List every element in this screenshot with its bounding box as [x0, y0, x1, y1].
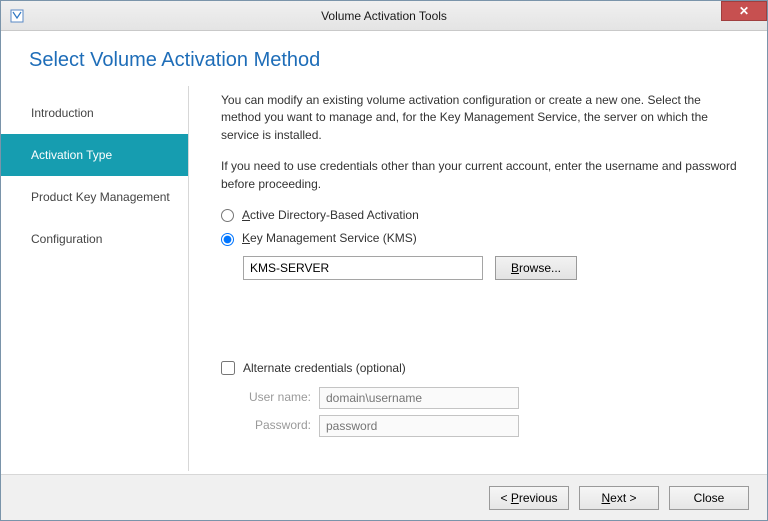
main-area: Introduction Activation Type Product Key… [1, 86, 767, 471]
sidebar-item-label: Activation Type [31, 148, 112, 162]
username-row: User name: [243, 387, 739, 409]
sidebar-item-label: Introduction [31, 106, 94, 120]
username-label: User name: [243, 389, 319, 406]
wizard-icon [9, 8, 25, 24]
radio-kms[interactable] [221, 233, 234, 246]
close-button[interactable]: Close [669, 486, 749, 510]
page-heading: Select Volume Activation Method [1, 31, 767, 86]
password-row: Password: [243, 415, 739, 437]
close-icon: ✕ [739, 4, 749, 18]
alt-credentials-checkbox[interactable] [221, 361, 235, 375]
previous-button[interactable]: < Previous [489, 486, 569, 510]
intro-paragraph-2: If you need to use credentials other tha… [221, 158, 739, 193]
sidebar-item-label: Product Key Management [31, 190, 170, 204]
sidebar-item-activation-type[interactable]: Activation Type [1, 134, 188, 176]
radio-ad-activation[interactable] [221, 209, 234, 222]
next-button[interactable]: Next > [579, 486, 659, 510]
radio-kms-row[interactable]: Key Management Service (KMS) [221, 230, 739, 247]
radio-kms-label: Key Management Service (KMS) [242, 230, 417, 247]
content-pane: You can modify an existing volume activa… [189, 86, 767, 471]
sidebar-item-configuration[interactable]: Configuration [1, 218, 188, 260]
alt-credentials-label: Alternate credentials (optional) [243, 360, 406, 377]
browse-button[interactable]: Browse... [495, 256, 577, 280]
window-title: Volume Activation Tools [1, 9, 767, 23]
kms-server-row: Browse... [243, 256, 739, 280]
window-close-button[interactable]: ✕ [721, 1, 767, 21]
radio-ad-activation-row[interactable]: Active Directory-Based Activation [221, 207, 739, 224]
sidebar-item-introduction[interactable]: Introduction [1, 92, 188, 134]
sidebar-item-product-key[interactable]: Product Key Management [1, 176, 188, 218]
sidebar: Introduction Activation Type Product Key… [1, 86, 189, 471]
alt-credentials-row[interactable]: Alternate credentials (optional) [221, 360, 739, 377]
wizard-footer: < Previous Next > Close [1, 474, 767, 520]
sidebar-item-label: Configuration [31, 232, 102, 246]
password-input[interactable] [319, 415, 519, 437]
spacer [221, 280, 739, 360]
radio-ad-activation-label: Active Directory-Based Activation [242, 207, 419, 224]
username-input[interactable] [319, 387, 519, 409]
kms-server-input[interactable] [243, 256, 483, 280]
title-bar: Volume Activation Tools ✕ [1, 1, 767, 31]
password-label: Password: [243, 417, 319, 434]
intro-paragraph-1: You can modify an existing volume activa… [221, 92, 739, 144]
